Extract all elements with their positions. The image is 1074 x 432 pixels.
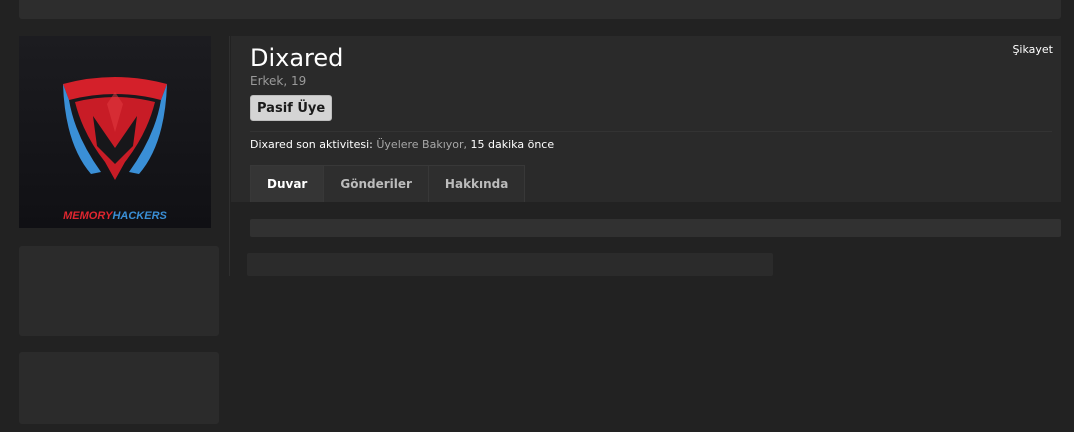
activity-prefix: Dixared son aktivitesi: [250, 138, 373, 151]
svg-text:MEMORYHACKERS: MEMORYHACKERS [63, 210, 167, 222]
report-link[interactable]: Şikayet [1012, 43, 1053, 56]
sidebar-block [19, 246, 219, 336]
activity-time: 15 dakika önce [470, 138, 555, 151]
tab-wall[interactable]: Duvar [250, 165, 325, 202]
last-activity: Dixared son aktivitesi: Üyelere Bakıyor,… [250, 138, 554, 151]
page-title: Dixared [250, 44, 344, 72]
profile-tabs: Duvar Gönderiler Hakkında [250, 165, 526, 202]
activity-place-link[interactable]: Üyelere Bakıyor, [376, 138, 467, 151]
user-info: Erkek, 19 [250, 74, 307, 88]
divider [250, 131, 1052, 132]
content-bar [247, 253, 773, 276]
tab-about[interactable]: Hakkında [427, 165, 526, 202]
column-divider [229, 36, 230, 276]
memoryhackers-logo-icon: MEMORYHACKERS [19, 36, 211, 228]
content-bar [250, 219, 1061, 237]
top-bar [19, 0, 1061, 19]
tab-posts[interactable]: Gönderiler [323, 165, 429, 202]
sidebar-block [19, 352, 219, 424]
avatar[interactable]: MEMORYHACKERS [19, 36, 211, 228]
status-badge: Pasif Üye [250, 95, 333, 121]
